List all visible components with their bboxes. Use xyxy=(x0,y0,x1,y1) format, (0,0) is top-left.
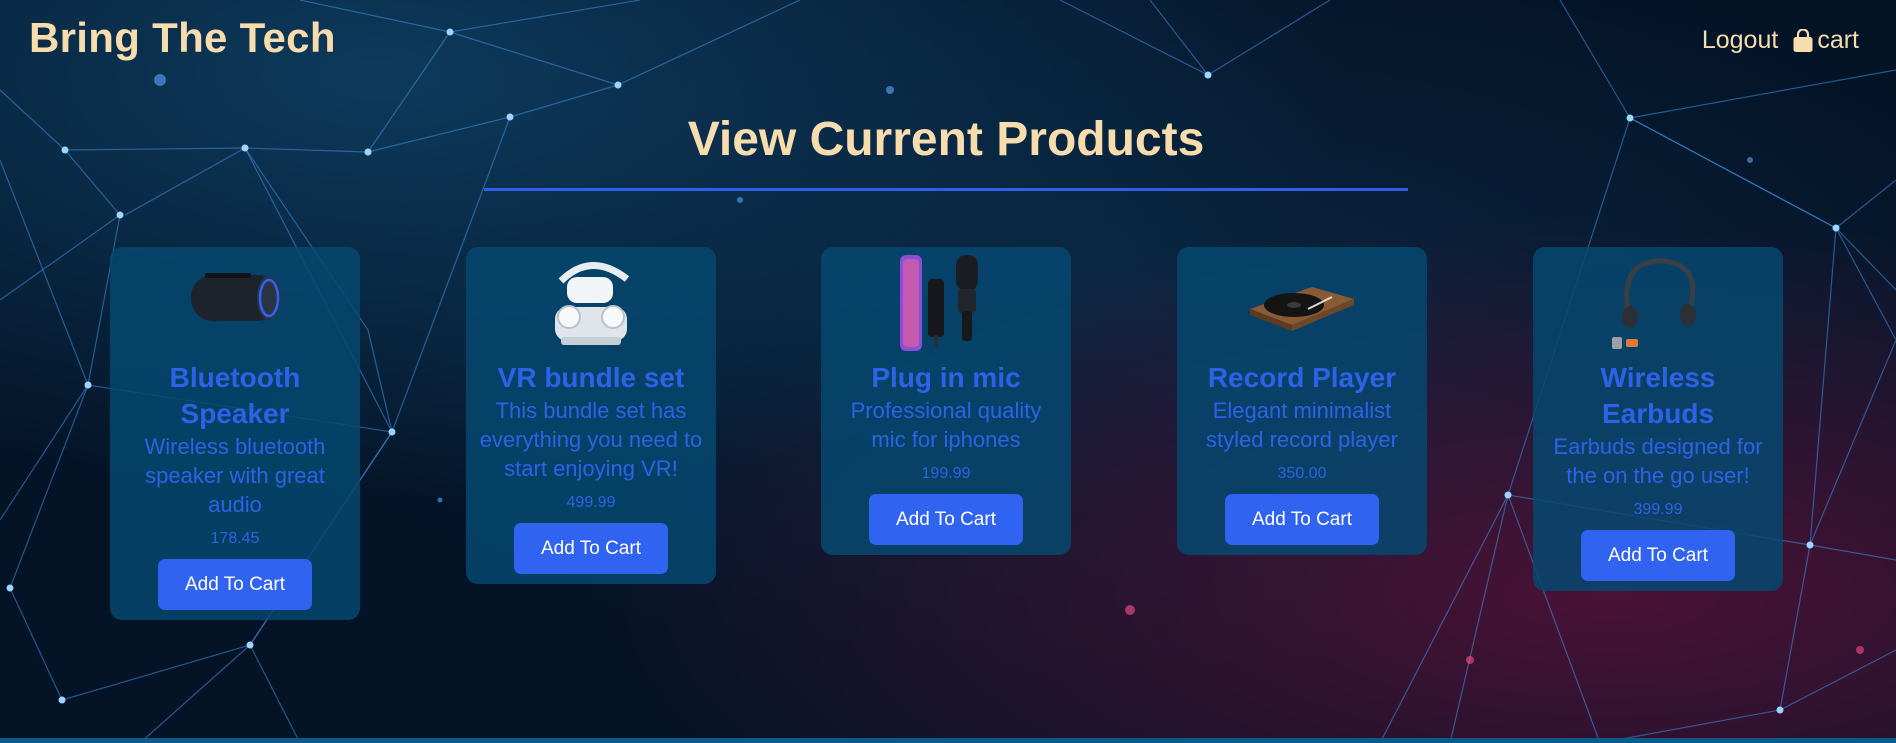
product-name: Record Player xyxy=(1207,362,1397,393)
add-to-cart-button[interactable]: Add To Cart xyxy=(1581,530,1735,581)
product-description: Professional quality mic for iphones xyxy=(850,398,1042,452)
product-description: This bundle set has everything you need … xyxy=(479,398,703,481)
product-price: 399.99 xyxy=(1633,501,1683,518)
cart-link[interactable]: cart xyxy=(1792,26,1859,55)
footer-strip xyxy=(0,738,1896,743)
vr-headset-image xyxy=(555,262,630,345)
product-price: 499.99 xyxy=(566,494,616,511)
product-card: VR bundle set This bundle set has everyt… xyxy=(466,247,716,584)
product-description: Earbuds designed for the on the go user! xyxy=(1553,434,1763,488)
logout-link[interactable]: Logout xyxy=(1702,26,1778,55)
cart-label: cart xyxy=(1817,26,1859,54)
site-logo-text[interactable]: Bring The Tech xyxy=(29,14,336,62)
title-divider xyxy=(484,188,1408,191)
page-title: View Current Products xyxy=(687,113,1205,166)
product-card: Bluetooth Speaker Wireless bluetooth spe… xyxy=(110,247,360,620)
product-price: 199.99 xyxy=(921,465,971,482)
bluetooth-speaker-image xyxy=(191,273,281,321)
product-name: VR bundle set xyxy=(497,362,685,393)
shopping-bag-icon xyxy=(1793,28,1813,52)
top-navigation: Logout cart xyxy=(1702,26,1859,55)
product-name: Bluetooth Speaker xyxy=(169,362,301,429)
plug-in-mic-image xyxy=(900,255,978,351)
product-card: Record Player Elegant minimalist styled … xyxy=(1177,247,1427,555)
product-price: 178.45 xyxy=(210,530,260,547)
product-name: Wireless Earbuds xyxy=(1600,362,1716,429)
product-name: Plug in mic xyxy=(871,362,1021,393)
add-to-cart-button[interactable]: Add To Cart xyxy=(1225,494,1379,545)
wireless-earbuds-image xyxy=(1612,258,1696,349)
product-card: Plug in mic Professional quality mic for… xyxy=(821,247,1071,555)
add-to-cart-button[interactable]: Add To Cart xyxy=(514,523,668,574)
product-description: Wireless bluetooth speaker with great au… xyxy=(144,434,326,517)
product-card: Wireless Earbuds Earbuds designed for th… xyxy=(1533,247,1783,591)
record-player-image xyxy=(1250,287,1354,331)
product-price: 350.00 xyxy=(1277,465,1327,482)
add-to-cart-button[interactable]: Add To Cart xyxy=(158,559,312,610)
add-to-cart-button[interactable]: Add To Cart xyxy=(869,494,1023,545)
product-description: Elegant minimalist styled record player xyxy=(1206,398,1398,452)
